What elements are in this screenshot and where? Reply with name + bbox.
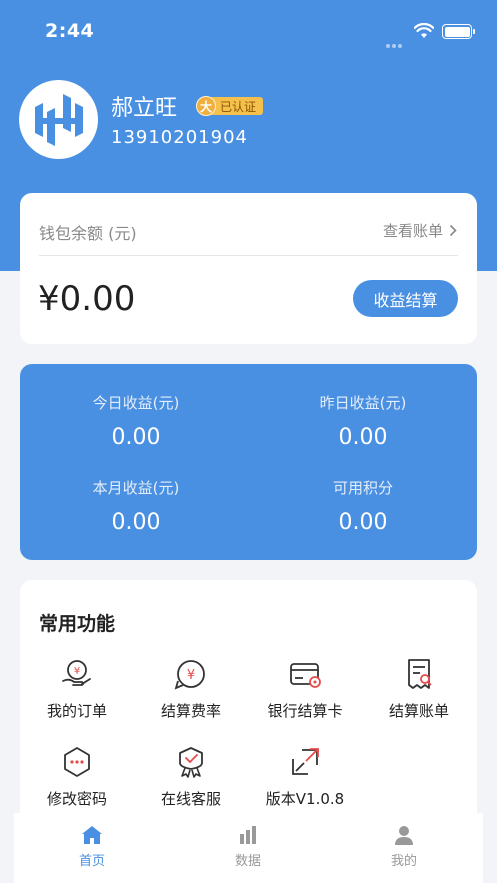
view-bill-link[interactable]: 查看账单 xyxy=(383,220,457,241)
svg-text:¥: ¥ xyxy=(187,668,195,683)
stat-yesterday: 昨日收益(元) 0.00 xyxy=(263,392,463,450)
version-icon xyxy=(287,744,323,780)
stat-month: 本月收益(元) 0.00 xyxy=(36,477,236,535)
functions-card: 常用功能 ¥ 我的订单 ¥ 结算费率 银行结算卡 结算账单 修改密码 在线客服 xyxy=(20,580,477,830)
function-label: 银行结算卡 xyxy=(267,702,343,720)
bill-icon xyxy=(401,656,437,692)
function-label: 结算账单 xyxy=(388,702,449,720)
user-phone: 13910201904 xyxy=(111,127,248,148)
stat-label: 今日收益(元) xyxy=(92,394,180,412)
user-name: 郝立旺 xyxy=(111,96,178,121)
tab-label: 数据 xyxy=(234,854,261,869)
wallet-card: 钱包余额 (元) 查看账单 ¥0.00 收益结算 xyxy=(20,193,477,344)
logo-icon xyxy=(34,93,83,146)
stat-label: 可用积分 xyxy=(332,479,393,497)
function-my-orders[interactable]: ¥ 我的订单 xyxy=(20,656,134,721)
balance-amount: ¥0.00 xyxy=(38,279,136,319)
stat-value: 0.00 xyxy=(338,425,388,450)
function-bank-card[interactable]: 银行结算卡 xyxy=(248,656,362,721)
chart-icon xyxy=(236,823,260,847)
stat-value: 0.00 xyxy=(111,510,161,535)
svg-text:¥: ¥ xyxy=(74,666,80,677)
password-icon xyxy=(59,744,95,780)
verified-label: 已认证 xyxy=(208,97,264,115)
status-bar: 2:44 xyxy=(0,0,497,62)
function-label: 版本V1.0.8 xyxy=(265,790,345,808)
stat-label: 本月收益(元) xyxy=(92,479,180,497)
tab-label: 我的 xyxy=(390,854,417,869)
profile-icon xyxy=(392,823,416,847)
tab-label: 首页 xyxy=(78,854,105,869)
function-label: 我的订单 xyxy=(46,702,107,720)
bank-card-icon xyxy=(287,656,323,692)
rate-icon: ¥ xyxy=(173,656,209,692)
chevron-right-icon xyxy=(449,224,457,237)
status-time: 2:44 xyxy=(45,20,95,42)
avatar[interactable] xyxy=(19,80,98,159)
stat-today: 今日收益(元) 0.00 xyxy=(36,392,236,450)
home-icon xyxy=(80,823,104,847)
order-icon: ¥ xyxy=(59,656,95,692)
view-bill-label: 查看账单 xyxy=(382,222,443,240)
tab-home[interactable]: 首页 xyxy=(14,813,170,883)
function-change-password[interactable]: 修改密码 xyxy=(20,744,134,809)
medal-icon: 大 xyxy=(196,96,216,116)
function-online-service[interactable]: 在线客服 xyxy=(134,744,248,809)
tab-mine[interactable]: 我的 xyxy=(326,813,482,883)
stat-points: 可用积分 0.00 xyxy=(263,477,463,535)
function-label: 在线客服 xyxy=(160,790,221,808)
functions-title: 常用功能 xyxy=(39,613,116,635)
battery-icon xyxy=(442,24,475,39)
wallet-label: 钱包余额 (元) xyxy=(39,224,137,243)
function-version[interactable]: 版本V1.0.8 xyxy=(248,744,362,809)
function-label: 结算费率 xyxy=(160,702,221,720)
stat-label: 昨日收益(元) xyxy=(319,394,407,412)
divider xyxy=(39,255,458,256)
signal-icon xyxy=(386,33,408,48)
tab-bar: 首页 数据 我的 xyxy=(14,813,483,883)
verified-badge: 大 已认证 xyxy=(196,95,264,117)
wifi-icon xyxy=(413,22,435,43)
function-settlement-bill[interactable]: 结算账单 xyxy=(362,656,476,721)
service-icon xyxy=(173,744,209,780)
tab-data[interactable]: 数据 xyxy=(170,813,326,883)
settle-button[interactable]: 收益结算 xyxy=(353,280,458,317)
earnings-card: 今日收益(元) 0.00 昨日收益(元) 0.00 本月收益(元) 0.00 可… xyxy=(20,364,477,560)
function-settlement-rate[interactable]: ¥ 结算费率 xyxy=(134,656,248,721)
function-label: 修改密码 xyxy=(46,790,107,808)
stat-value: 0.00 xyxy=(111,425,161,450)
stat-value: 0.00 xyxy=(338,510,388,535)
